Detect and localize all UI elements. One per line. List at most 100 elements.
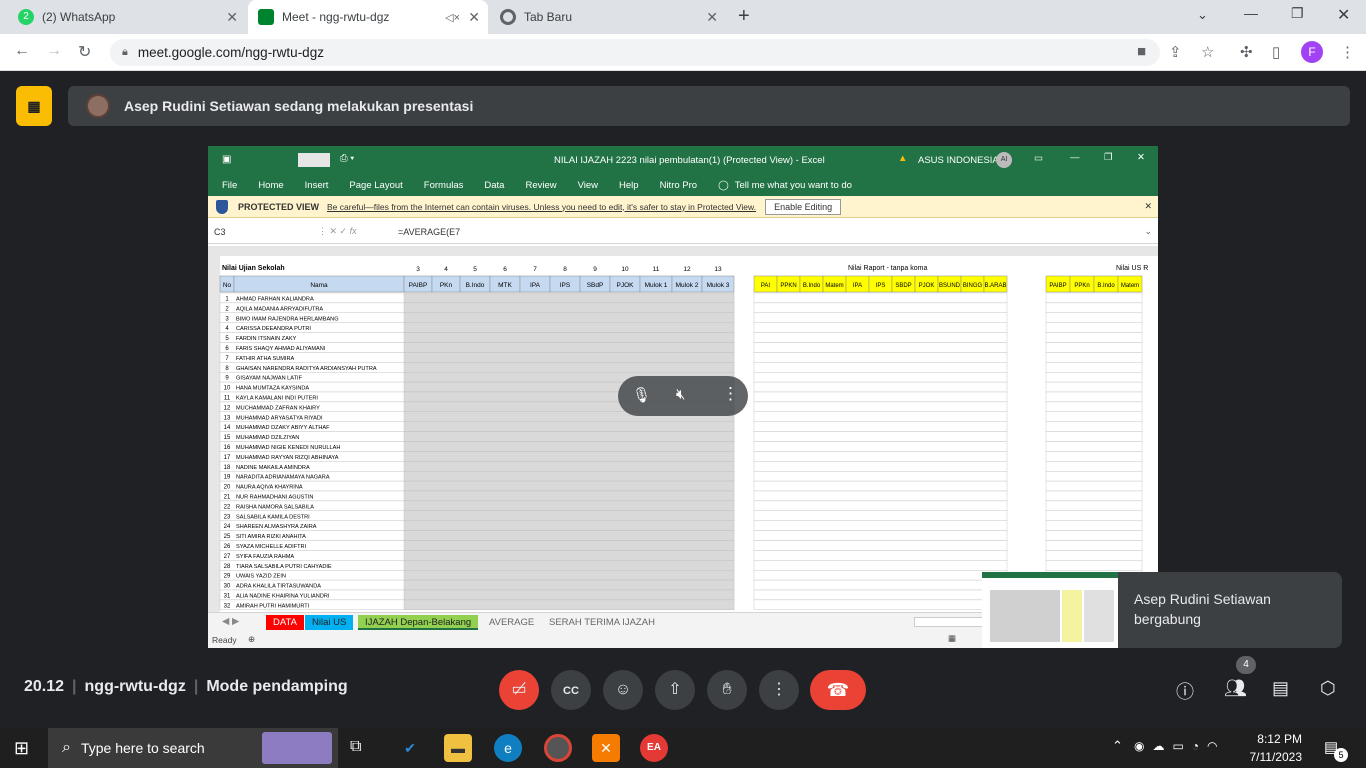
raport-row xyxy=(753,401,1008,412)
row-number: 13 xyxy=(224,415,231,421)
raport-row xyxy=(753,550,1008,561)
header-label: MTK xyxy=(498,282,512,289)
chat-icon[interactable]: ▤ xyxy=(1272,678,1289,699)
student-name: AHMAD FARHAN KALIANDRA xyxy=(236,297,314,303)
taskbar-search[interactable]: ⌕ Type here to search xyxy=(48,728,338,768)
self-view-tile[interactable] xyxy=(982,572,1118,648)
section-title: Nilai US R xyxy=(1116,265,1148,272)
tab-new[interactable]: Tab Baru ✕ xyxy=(490,0,726,34)
raport-row xyxy=(753,322,1008,333)
info-icon[interactable]: ⓘ xyxy=(1176,678,1194,704)
reload-icon[interactable]: ↻ xyxy=(78,42,91,62)
close-tab-icon[interactable]: ✕ xyxy=(706,9,718,26)
score-band xyxy=(403,530,735,541)
tray-chevron-icon[interactable]: ⌃ xyxy=(1112,738,1123,754)
close-window-icon[interactable]: ✕ xyxy=(1337,5,1350,25)
forward-icon[interactable]: → xyxy=(46,42,62,60)
column-number: 11 xyxy=(653,266,660,273)
us-row xyxy=(1045,490,1143,502)
view-normal-icon: ▦ xyxy=(948,633,957,643)
close-tab-icon[interactable]: ✕ xyxy=(226,9,238,26)
extensions-icon[interactable]: ✣ xyxy=(1240,43,1253,61)
share-icon[interactable]: ⇪ xyxy=(1169,43,1182,61)
present-button[interactable]: ⇧ xyxy=(655,670,695,710)
us-row xyxy=(1045,540,1143,551)
formula-bar: C3 ⋮ ✕ ✓ fx =AVERAGE(E7 ⌄ xyxy=(208,222,1158,244)
profile-avatar[interactable]: F xyxy=(1301,41,1323,63)
row-number: 20 xyxy=(224,485,231,491)
score-band xyxy=(403,470,735,482)
raport-row xyxy=(753,451,1008,462)
fx-icon: ⋮ ✕ ✓ fx xyxy=(318,226,357,236)
us-row xyxy=(1045,401,1143,412)
header-label: Mulok 1 xyxy=(645,282,668,289)
tell-me: Tell me what you want to do xyxy=(734,179,852,191)
captions-button[interactable]: CC xyxy=(551,670,591,710)
sheet-tab-data: DATA xyxy=(266,615,304,630)
presenting-icon[interactable]: ▦ xyxy=(16,86,52,126)
row-number: 26 xyxy=(224,544,231,550)
ea-app-icon[interactable]: EA xyxy=(640,734,668,762)
meeting-time: 20.12 xyxy=(24,678,65,695)
notification-badge: 5 xyxy=(1334,748,1348,762)
score-band xyxy=(403,362,735,373)
xampp-icon[interactable]: ✕ xyxy=(592,734,620,762)
score-band xyxy=(403,292,735,304)
mute-tab-icon[interactable]: ◁× xyxy=(445,11,460,24)
row-number: 22 xyxy=(224,504,231,510)
row-number: 10 xyxy=(224,386,231,392)
new-tab-icon[interactable]: + xyxy=(738,5,750,28)
column-number: 7 xyxy=(533,266,537,273)
more-options-button[interactable]: ⋮ xyxy=(759,670,799,710)
row-header-bar xyxy=(208,256,220,612)
raport-row xyxy=(753,599,1008,610)
column-number: 3 xyxy=(416,266,420,273)
section-title: Nilai Raport - tanpa koma xyxy=(848,265,927,272)
close-tab-icon[interactable]: ✕ xyxy=(468,9,480,26)
us-row xyxy=(1045,371,1143,383)
menu-kebab-icon[interactable]: ⋮ xyxy=(1340,43,1355,61)
raise-hand-button[interactable]: ✋︎ xyxy=(707,670,747,710)
protected-message: Be careful—files from the Internet can c… xyxy=(327,201,757,212)
edge-icon[interactable]: e xyxy=(494,734,522,762)
us-row xyxy=(1045,391,1143,403)
camera-icon[interactable]: ■ xyxy=(1137,43,1146,60)
tab-search-icon[interactable]: ⌄ xyxy=(1197,7,1208,23)
tab-meet[interactable]: Meet - ngg-rwtu-dgz ◁× ✕ xyxy=(248,0,488,34)
omnibox[interactable]: 🔒︎ meet.google.com/ngg-rwtu-dgz xyxy=(110,39,1160,66)
back-icon[interactable]: ← xyxy=(14,42,30,60)
tab-whatsapp[interactable]: 2 (2) WhatsApp ✕ xyxy=(8,0,246,34)
todo-app-icon[interactable]: ✔ xyxy=(396,734,424,762)
windows-taskbar: ⊞ ⌕ Type here to search ⧉ ✔ ▬ e ✕ EA ⌃ ◉… xyxy=(0,728,1366,768)
self-view-thumbnail xyxy=(982,572,1118,648)
chrome-taskbar-icon[interactable] xyxy=(544,734,572,762)
protected-view-bar: PROTECTED VIEW Be careful—files from the… xyxy=(208,196,1158,218)
leave-call-button[interactable]: ☎ xyxy=(810,670,866,710)
phone-hangup-icon: ☎ xyxy=(826,680,850,700)
windows-start-icon[interactable]: ⊞ xyxy=(14,738,29,759)
taskbar-clock[interactable]: 8:12 PM 7/11/2023 xyxy=(1226,730,1303,766)
header-label: IPS xyxy=(560,282,571,289)
bookmark-star-icon[interactable]: ☆ xyxy=(1201,43,1214,61)
emoji-button[interactable]: ☺ xyxy=(603,670,643,710)
tab-label: (2) WhatsApp xyxy=(42,10,116,24)
minimize-icon[interactable]: — xyxy=(1244,5,1258,21)
us-row xyxy=(1045,530,1143,541)
raport-row xyxy=(753,570,1008,581)
sheet-tab-serah-terima: SERAH TERIMA IJAZAH xyxy=(549,617,655,628)
tray-icons[interactable]: ◉☁▭◔◠ xyxy=(1134,739,1226,753)
activities-icon[interactable]: ⬡ xyxy=(1320,678,1336,699)
student-name: BIMO IMAM RAJENDRA HERLAMBANG xyxy=(236,316,339,322)
score-band xyxy=(403,431,735,442)
people-icon[interactable]: 👥︎ xyxy=(1224,678,1247,699)
student-name: NAURA AQIVA KHAYRINA xyxy=(236,485,303,491)
sidepanel-icon[interactable]: ▯ xyxy=(1272,43,1280,61)
task-view-icon[interactable]: ⧉ xyxy=(350,738,361,756)
ribbon-tab: Page Layout xyxy=(349,179,403,191)
camera-off-button[interactable]: ▭̸ xyxy=(499,670,539,710)
spreadsheet-cells: Nilai Ujian Sekolah Nilai Raport - tanpa … xyxy=(208,246,1158,612)
file-explorer-icon[interactable]: ▬ xyxy=(444,734,472,762)
row-number: 28 xyxy=(224,564,231,570)
restore-icon[interactable]: ❐ xyxy=(1291,5,1304,22)
more-options-icon[interactable]: ⋮ xyxy=(722,384,739,404)
